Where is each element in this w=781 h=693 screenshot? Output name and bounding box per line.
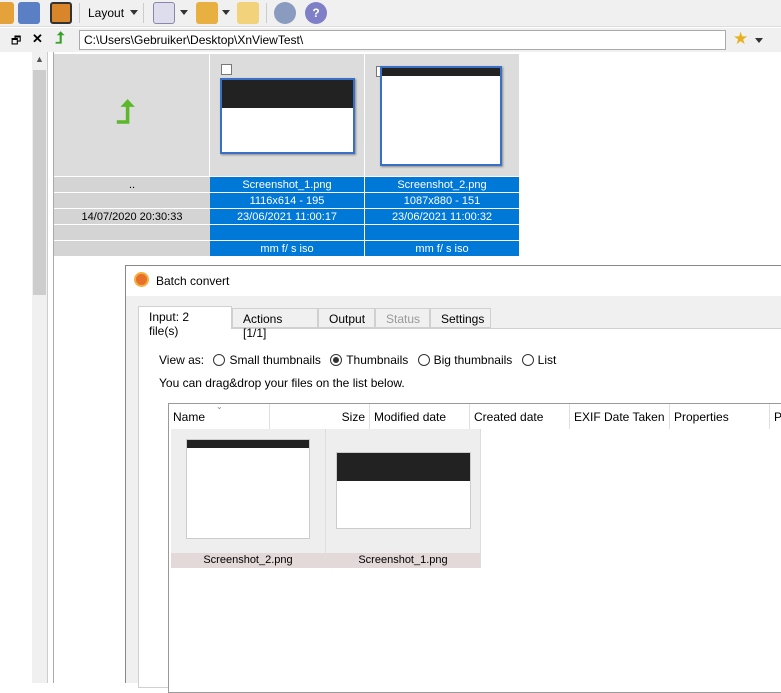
radio-small-thumbnails[interactable] [213,354,226,366]
thumbnail-image [186,439,310,539]
file-name: Screenshot_1.png [210,177,364,193]
close-icon[interactable]: ✕ [32,31,43,47]
empty-cell [54,193,210,209]
image-icon[interactable] [0,2,14,24]
parent-folder-item[interactable]: ⮥ [54,54,210,176]
drag-drop-hint: You can drag&drop your files on the list… [159,376,405,390]
dialog-title: Batch convert [156,274,230,288]
column-size[interactable]: Size [270,404,370,429]
list-item[interactable]: Screenshot_2.png [171,429,326,568]
xnview-logo-icon [134,272,149,287]
radio-label: Thumbnails [346,353,409,367]
view-as-row: View as: Small thumbnails Thumbnails Big… [159,353,556,367]
batch-icon[interactable] [153,2,175,24]
slideshow-icon[interactable] [50,2,72,24]
view-as-label: View as: [159,353,205,367]
column-exif-date[interactable]: EXIF Date Taken [570,404,670,429]
file-exif: mm f/ s iso [210,241,364,257]
radio-label: Big thumbnails [433,353,513,367]
column-created-date[interactable]: Created date [470,404,570,429]
file-date: 23/06/2021 11:00:17 [210,209,364,225]
item-label: Screenshot_1.png [326,553,480,568]
radio-label: Small thumbnails [229,353,321,367]
item-label: Screenshot_2.png [171,553,325,568]
empty-cell [365,225,519,241]
up-folder-icon[interactable]: ⮥ [55,30,64,48]
file-info: 1116x614 - 195 [210,193,364,209]
camera-icon[interactable] [18,2,40,24]
tab-settings[interactable]: Settings [430,308,491,328]
file-thumb[interactable] [365,54,520,176]
chevron-down-icon[interactable] [130,10,138,15]
empty-cell [54,241,210,257]
chevron-down-icon[interactable] [180,10,188,15]
file-list[interactable]: Name ⌄ Size Modified date Created date E… [168,402,781,693]
batch-convert-dialog: Batch convert View as: Small thumbnails … [125,265,781,693]
thumbnail-image [336,452,471,529]
radio-big-thumbnails[interactable] [417,354,430,366]
star-icon[interactable]: ★ [733,29,748,49]
column-modified-date[interactable]: Modified date [370,404,470,429]
column-p[interactable]: P [770,404,781,429]
restore-icon[interactable]: 🗗 [11,32,21,51]
chevron-down-icon[interactable] [755,38,763,43]
up-arrow-icon: ⮥ [116,94,135,130]
tab-output[interactable]: Output [318,308,375,328]
list-item[interactable]: Screenshot_1.png [326,429,481,568]
bookmark-icon[interactable] [196,2,218,24]
empty-cell [210,225,364,241]
scroll-up-icon[interactable]: ▲ [35,54,44,64]
radio-list[interactable] [521,354,534,366]
tab-actions[interactable]: Actions [1/1] [232,308,318,340]
sort-chevron-icon: ⌄ [216,402,223,411]
gear-icon[interactable] [274,2,296,24]
radio-label: List [537,353,557,367]
file-name: Screenshot_2.png [365,177,519,193]
tab-input[interactable]: Input: 2 file(s) [138,306,232,338]
empty-cell [54,225,210,241]
parent-name: .. [54,177,210,193]
radio-thumbnails[interactable] [330,354,343,366]
scrollbar-thumb[interactable] [33,70,46,295]
column-properties[interactable]: Properties [670,404,770,429]
file-info: 1087x880 - 151 [365,193,519,209]
dialog-title-bar[interactable]: Batch convert [126,266,781,296]
tab-status[interactable]: Status [375,308,430,328]
file-exif: mm f/ s iso [365,241,519,257]
toolbar: Layout ? [0,0,781,27]
thumbnail-image [220,78,355,154]
path-input[interactable]: C:\Users\Gebruiker\Desktop\XnViewTest\ [79,30,726,50]
thumbnail-image [380,66,502,166]
checkbox[interactable] [221,64,232,75]
parent-date: 14/07/2020 20:30:33 [54,209,210,225]
chevron-down-icon[interactable] [222,10,230,15]
file-thumb[interactable] [210,54,365,176]
layout-button[interactable]: Layout [88,6,124,20]
file-date: 23/06/2021 11:00:32 [365,209,519,225]
folder-tree-icon[interactable] [237,2,259,24]
help-icon[interactable]: ? [305,2,327,24]
